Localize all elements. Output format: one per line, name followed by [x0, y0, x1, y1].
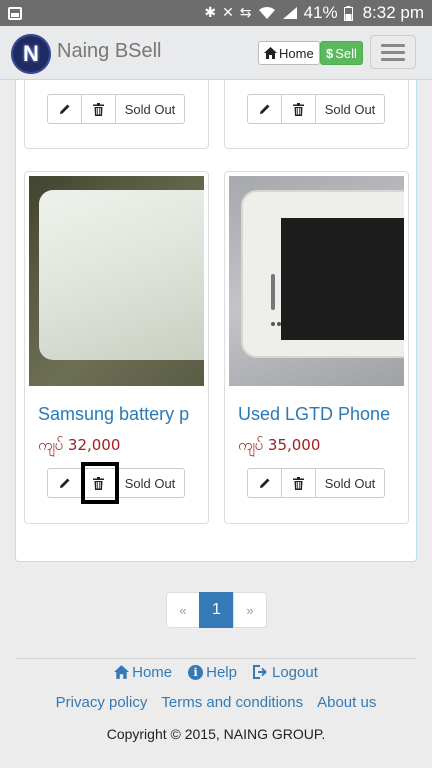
- product-card: Used LGTD Phone ကျပ် 35,000 Sold Out: [224, 171, 409, 524]
- page-1-button[interactable]: 1: [199, 592, 234, 628]
- edit-button[interactable]: [47, 94, 82, 124]
- delete-button[interactable]: [281, 94, 316, 124]
- product-title[interactable]: Used LGTD Phone: [238, 404, 396, 425]
- pencil-icon: [59, 478, 69, 488]
- product-price: ကျပ် 32,000: [38, 436, 121, 454]
- sold-out-button[interactable]: Sold Out: [115, 468, 185, 498]
- footer-divider: [16, 658, 416, 659]
- pencil-icon: [59, 104, 69, 114]
- edit-button[interactable]: [47, 468, 82, 498]
- edit-button[interactable]: [247, 94, 282, 124]
- status-icons: ✱ ✕ ⇆ 41% 8:32 pm: [204, 3, 424, 23]
- product-card: Sold Out: [24, 80, 209, 149]
- logout-icon: [252, 665, 267, 679]
- next-page-button[interactable]: »: [233, 592, 267, 628]
- delete-button[interactable]: [281, 468, 316, 498]
- bluetooth-icon: ✱: [204, 5, 217, 21]
- sold-out-button[interactable]: Sold Out: [315, 468, 385, 498]
- hamburger-icon: [381, 43, 405, 47]
- product-price: ကျပ် 35,000: [238, 436, 321, 454]
- delete-button[interactable]: [81, 94, 116, 124]
- signal-icon: [282, 6, 298, 20]
- brand-title[interactable]: Naing BSell: [57, 40, 162, 63]
- navbar: N Naing BSell Home $ Sell: [0, 26, 432, 80]
- battery-level: 41%: [303, 3, 338, 22]
- logo[interactable]: N: [11, 34, 51, 74]
- mute-icon: ✕: [222, 5, 234, 21]
- dollar-icon: $: [326, 45, 334, 61]
- copyright: Copyright © 2015, NAING GROUP.: [106, 726, 326, 742]
- footer-policy-nav: Privacy policy Terms and conditions Abou…: [0, 694, 432, 714]
- home-icon: [264, 47, 277, 59]
- trash-icon: [93, 102, 104, 116]
- product-image[interactable]: [29, 176, 204, 386]
- edit-button[interactable]: [247, 468, 282, 498]
- footer-help-label: Help: [206, 663, 237, 681]
- sell-button[interactable]: $ Sell: [320, 41, 363, 65]
- product-title[interactable]: Samsung battery p: [38, 404, 196, 425]
- privacy-policy-link[interactable]: Privacy policy: [56, 694, 148, 714]
- clock: 8:32 pm: [362, 3, 424, 22]
- info-icon: i: [188, 664, 204, 680]
- pagination: « 1 »: [166, 592, 267, 628]
- card-actions: Sold Out: [247, 468, 385, 498]
- pencil-icon: [259, 104, 269, 114]
- footer-home-label: Home: [132, 663, 173, 681]
- screenshot-icon: [8, 6, 22, 20]
- product-card: Sold Out: [224, 80, 409, 149]
- home-icon: [114, 665, 130, 679]
- card-actions: Sold Out: [47, 94, 185, 124]
- logo-letter: N: [23, 41, 39, 66]
- terms-link[interactable]: Terms and conditions: [161, 694, 303, 714]
- pencil-icon: [259, 478, 269, 488]
- home-button-label: Home: [279, 45, 314, 61]
- card-actions: Sold Out: [47, 468, 185, 498]
- trash-icon: [293, 102, 304, 116]
- menu-toggle-button[interactable]: [370, 35, 416, 69]
- footer-nav: Home i Help Logout: [0, 662, 432, 682]
- sell-button-label: Sell: [335, 45, 357, 61]
- product-image[interactable]: [229, 176, 404, 386]
- sold-out-button[interactable]: Sold Out: [115, 94, 185, 124]
- prev-page-button[interactable]: «: [166, 592, 200, 628]
- data-sync-icon: ⇆: [239, 5, 252, 21]
- battery-icon: [343, 5, 353, 21]
- delete-button[interactable]: [81, 468, 116, 498]
- footer-logout-link[interactable]: Logout: [252, 662, 318, 682]
- footer-home-link[interactable]: Home: [114, 662, 172, 682]
- product-card: Samsung battery p ကျပ် 32,000 Sold Out: [24, 171, 209, 524]
- sold-out-button[interactable]: Sold Out: [315, 94, 385, 124]
- card-actions: Sold Out: [247, 94, 385, 124]
- status-bar: ✱ ✕ ⇆ 41% 8:32 pm: [0, 0, 432, 26]
- footer-help-link[interactable]: i Help: [188, 662, 237, 682]
- trash-icon: [293, 476, 304, 490]
- wifi-icon: [258, 6, 276, 20]
- home-button[interactable]: Home: [258, 41, 320, 65]
- about-us-link[interactable]: About us: [317, 694, 376, 714]
- trash-icon: [93, 476, 104, 490]
- footer-logout-label: Logout: [271, 663, 318, 681]
